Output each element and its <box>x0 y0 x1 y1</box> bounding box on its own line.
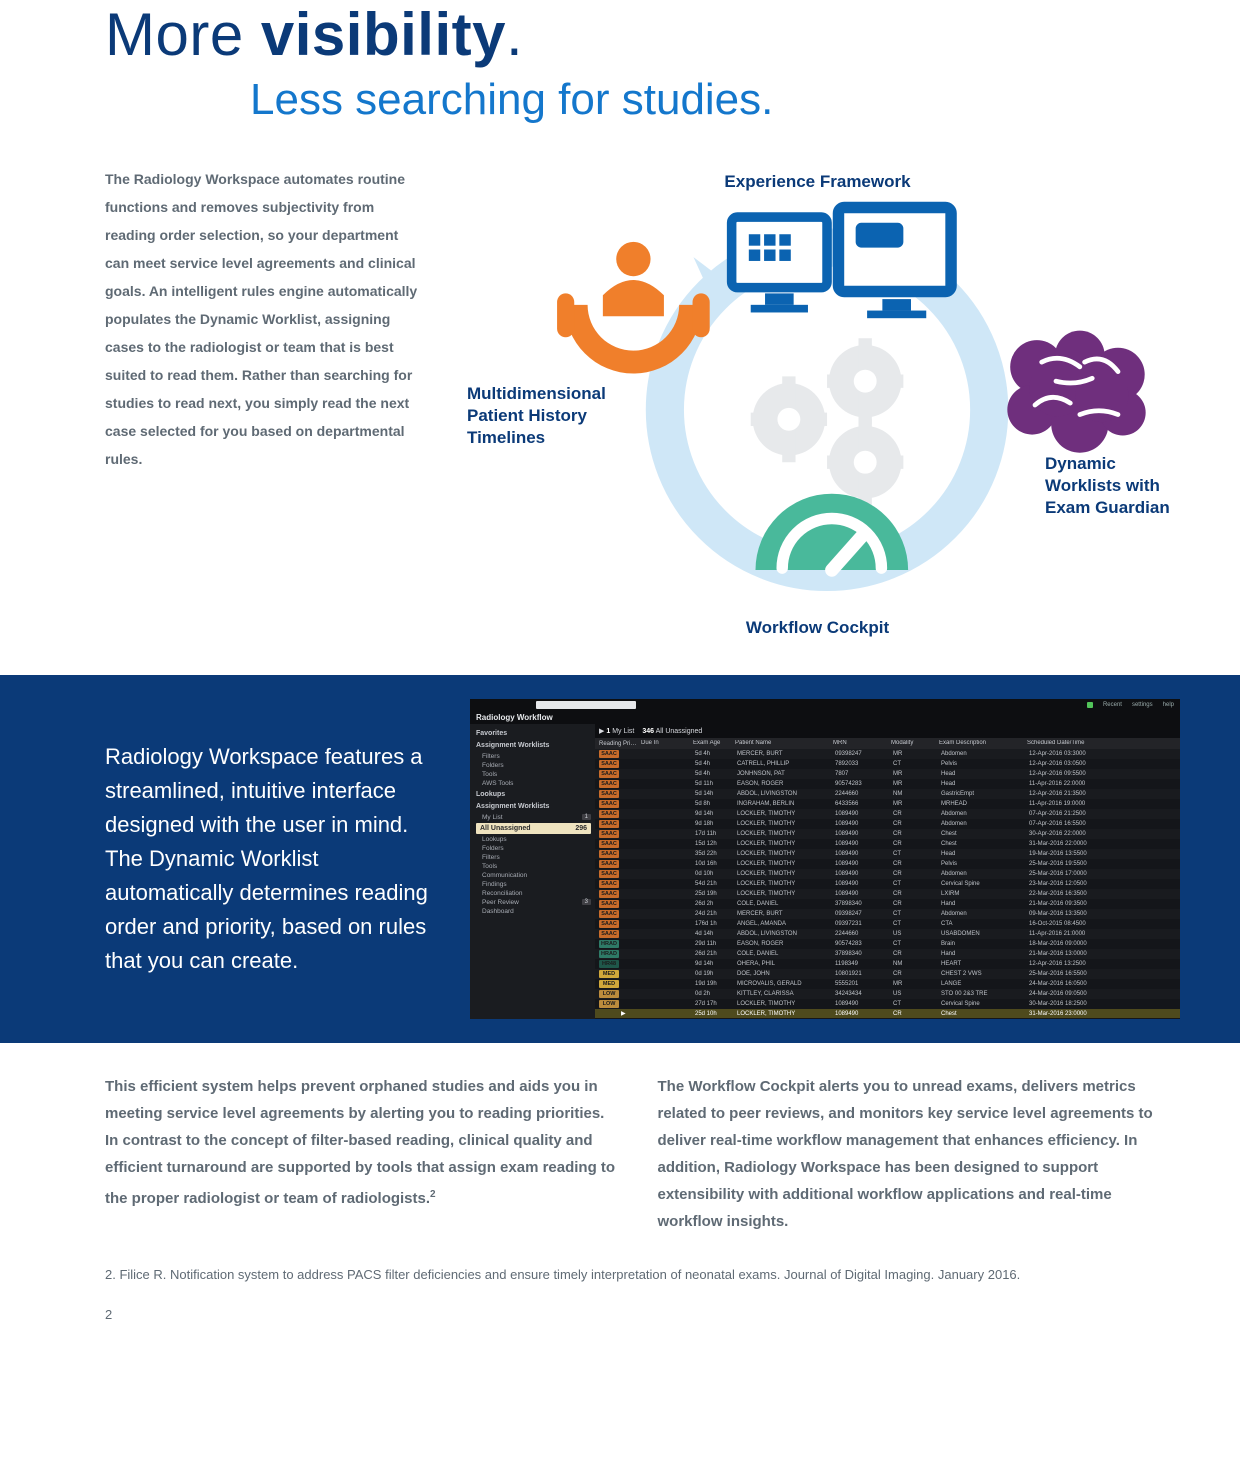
col-priority[interactable]: Reading Priority ▾ <box>599 740 639 747</box>
workflow-diagram: Experience Framework Multidimensional Pa… <box>455 165 1180 645</box>
table-row[interactable]: SAAC5d 11hEASON, ROGER90574283MRHead11-A… <box>595 779 1180 789</box>
diagram-label-bottom: Workflow Cockpit <box>455 617 1180 639</box>
badge: 1 <box>582 814 591 820</box>
app-title: Radiology Workflow <box>470 711 1180 724</box>
page-subtitle: Less searching for studies. <box>250 75 1240 125</box>
table-row[interactable]: SAAC26d 2hCOLE, DANIEL37898340CRHand21-M… <box>595 899 1180 909</box>
brain-icon <box>1007 331 1145 453</box>
title-bold: visibility <box>261 1 506 68</box>
sidebar-item[interactable]: Dashboard <box>476 907 591 916</box>
footnote-ref: 2 <box>430 1189 436 1200</box>
diagram-label-right: Dynamic Worklists with Exam Guardian <box>1045 453 1175 519</box>
table-row[interactable]: HRAD29d 11hEASON, ROGER90574283CTBrain18… <box>595 939 1180 949</box>
side-my-list[interactable]: My List 1 <box>476 813 591 822</box>
table-row[interactable]: SAAC5d 4hCATRELL, PHILLIP7892033CTPelvis… <box>595 759 1180 769</box>
lower-right-paragraph: The Workflow Cockpit alerts you to unrea… <box>658 1073 1171 1235</box>
table-row[interactable]: SAAC5d 14hABDOL, LIVINGSTON2244660NMGast… <box>595 789 1180 799</box>
app-screenshot: Recent settings help Radiology Workflow … <box>470 699 1180 1019</box>
sidebar-item[interactable]: Reconciliation <box>476 889 591 898</box>
table-row[interactable]: SAAC9d 18hLOCKLER, TIMOTHY1089490CRAbdom… <box>595 819 1180 829</box>
table-header: Reading Priority ▾ Due In Exam Age Patie… <box>595 738 1180 749</box>
table-row[interactable]: SAAC5d 4hJONHNSON, PAT7807MRHead12-Apr-2… <box>595 769 1180 779</box>
table-row[interactable]: MED0d 19hDOE, JOHN10801921CRCHEST 2 VWS2… <box>595 969 1180 979</box>
diagram-label-left: Multidimensional Patient History Timelin… <box>467 383 637 449</box>
table-row[interactable]: MED19d 19hMICROVALIS, GERALD5555201MRLAN… <box>595 979 1180 989</box>
title-prefix: More <box>105 1 261 68</box>
table-row[interactable]: SAAC17d 11hLOCKLER, TIMOTHY1089490CRChes… <box>595 829 1180 839</box>
table-row[interactable]: SAAC54d 21hLOCKLER, TIMOTHY1089490CTCerv… <box>595 879 1180 889</box>
table-row[interactable]: SAAC5d 4hMERCER, BURT09398247MRAbdomen12… <box>595 749 1180 759</box>
table-row[interactable]: HRAD26d 21hCOLE, DANIEL37898340CRHand21-… <box>595 949 1180 959</box>
search-input[interactable] <box>536 701 636 709</box>
table-row[interactable]: SAAC176d 1hANGEL, AMANDA09397231CTCTA16-… <box>595 919 1180 929</box>
sidebar-item[interactable]: Communication <box>476 871 591 880</box>
sidebar: Favorites Assignment Worklists FiltersFo… <box>470 724 595 1019</box>
side-group1[interactable]: Assignment Worklists <box>476 740 591 751</box>
sidebar-item[interactable]: AWS Tools <box>476 779 591 788</box>
side-lookups[interactable]: Lookups <box>476 789 591 800</box>
table-row[interactable]: -1124msCARDINAL, STEPH6749082CTHEART25-A… <box>595 1018 1180 1019</box>
sidebar-item[interactable]: Lookups <box>476 835 591 844</box>
table-row[interactable]: SAAC5d 8hINGRAHAM, BERLIN6433566MRMRHEAD… <box>595 799 1180 809</box>
sidebar-item[interactable]: Filters <box>476 853 591 862</box>
tab-all-unassigned[interactable]: 346 All Unassigned <box>642 728 702 735</box>
status-dot <box>1087 702 1093 708</box>
table-row[interactable]: LOW27d 17hLOCKLER, TIMOTHY1089490CTCervi… <box>595 999 1180 1009</box>
topbar-recent[interactable]: Recent <box>1103 702 1122 708</box>
feature-paragraph: Radiology Workspace features a streamlin… <box>105 740 440 978</box>
table-row[interactable]: SAAC35d 22hLOCKLER, TIMOTHY1089490CTHead… <box>595 849 1180 859</box>
table-row[interactable]: SAAC0d 10hLOCKLER, TIMOTHY1089490CRAbdom… <box>595 869 1180 879</box>
side-favorites[interactable]: Favorites <box>476 728 591 739</box>
sidebar-item[interactable]: Folders <box>476 761 591 770</box>
col-age[interactable]: Exam Age <box>693 740 733 747</box>
monitors-icon <box>732 208 951 319</box>
col-mrn[interactable]: MRN <box>833 740 889 747</box>
col-sched[interactable]: Scheduled Date/Time <box>1027 740 1176 747</box>
col-desc[interactable]: Exam Description <box>939 740 1025 747</box>
tab-my-list[interactable]: ▶ 1 My List <box>599 727 634 735</box>
side-group2[interactable]: Assignment Worklists <box>476 801 591 812</box>
sidebar-item[interactable]: Findings <box>476 880 591 889</box>
table-row[interactable]: SAAC10d 16hLOCKLER, TIMOTHY1089490CRPelv… <box>595 859 1180 869</box>
table-row[interactable]: ▶25d 10hLOCKLER, TIMOTHY1089490CRChest31… <box>595 1009 1180 1018</box>
col-modality[interactable]: Modality <box>891 740 937 747</box>
sidebar-item[interactable]: Tools <box>476 770 591 779</box>
sidebar-item[interactable]: Filters <box>476 752 591 761</box>
sidebar-item[interactable]: Peer Review3 <box>476 898 591 907</box>
sidebar-item[interactable]: Folders <box>476 844 591 853</box>
sidebar-item[interactable]: Tools <box>476 862 591 871</box>
page-title: More visibility. <box>105 0 1240 69</box>
intro-paragraph: The Radiology Workspace automates routin… <box>105 165 425 645</box>
table-row[interactable]: SAAC24d 21hMERCER, BURT09398247CTAbdomen… <box>595 909 1180 919</box>
gauge-icon <box>755 494 908 570</box>
lower-left-paragraph: This efficient system helps prevent orph… <box>105 1073 618 1235</box>
topbar-help[interactable]: help <box>1163 702 1174 708</box>
page-number: 2 <box>0 1285 1240 1322</box>
topbar-settings[interactable]: settings <box>1132 702 1153 708</box>
col-patient[interactable]: Patient Name <box>735 740 831 747</box>
table-row[interactable]: SAAC15d 12hLOCKLER, TIMOTHY1089490CRChes… <box>595 839 1180 849</box>
table-row[interactable]: SAAC25d 19hLOCKLER, TIMOTHY1089490CRLXIR… <box>595 889 1180 899</box>
title-suffix: . <box>506 1 523 68</box>
table-row[interactable]: LOW0d 2hKITTLEY, CLARISSA34243434USSTO 0… <box>595 989 1180 999</box>
badge: 296 <box>575 825 587 832</box>
footnote: 2. Filice R. Notification system to addr… <box>0 1265 1240 1285</box>
col-due[interactable]: Due In <box>641 740 691 747</box>
table-row[interactable]: SAAC4d 14hABDOL, LIVINGSTON2244660USUSAB… <box>595 929 1180 939</box>
table-row[interactable]: HR489d 14hOHERA, PHIL1198349NMHEART12-Ap… <box>595 959 1180 969</box>
table-row[interactable]: SAAC9d 14hLOCKLER, TIMOTHY1089490CRAbdom… <box>595 809 1180 819</box>
ss-topbar: Recent settings help <box>470 699 1180 711</box>
diagram-label-top: Experience Framework <box>455 171 1180 193</box>
side-all-unassigned[interactable]: All Unassigned 296 <box>476 823 591 834</box>
